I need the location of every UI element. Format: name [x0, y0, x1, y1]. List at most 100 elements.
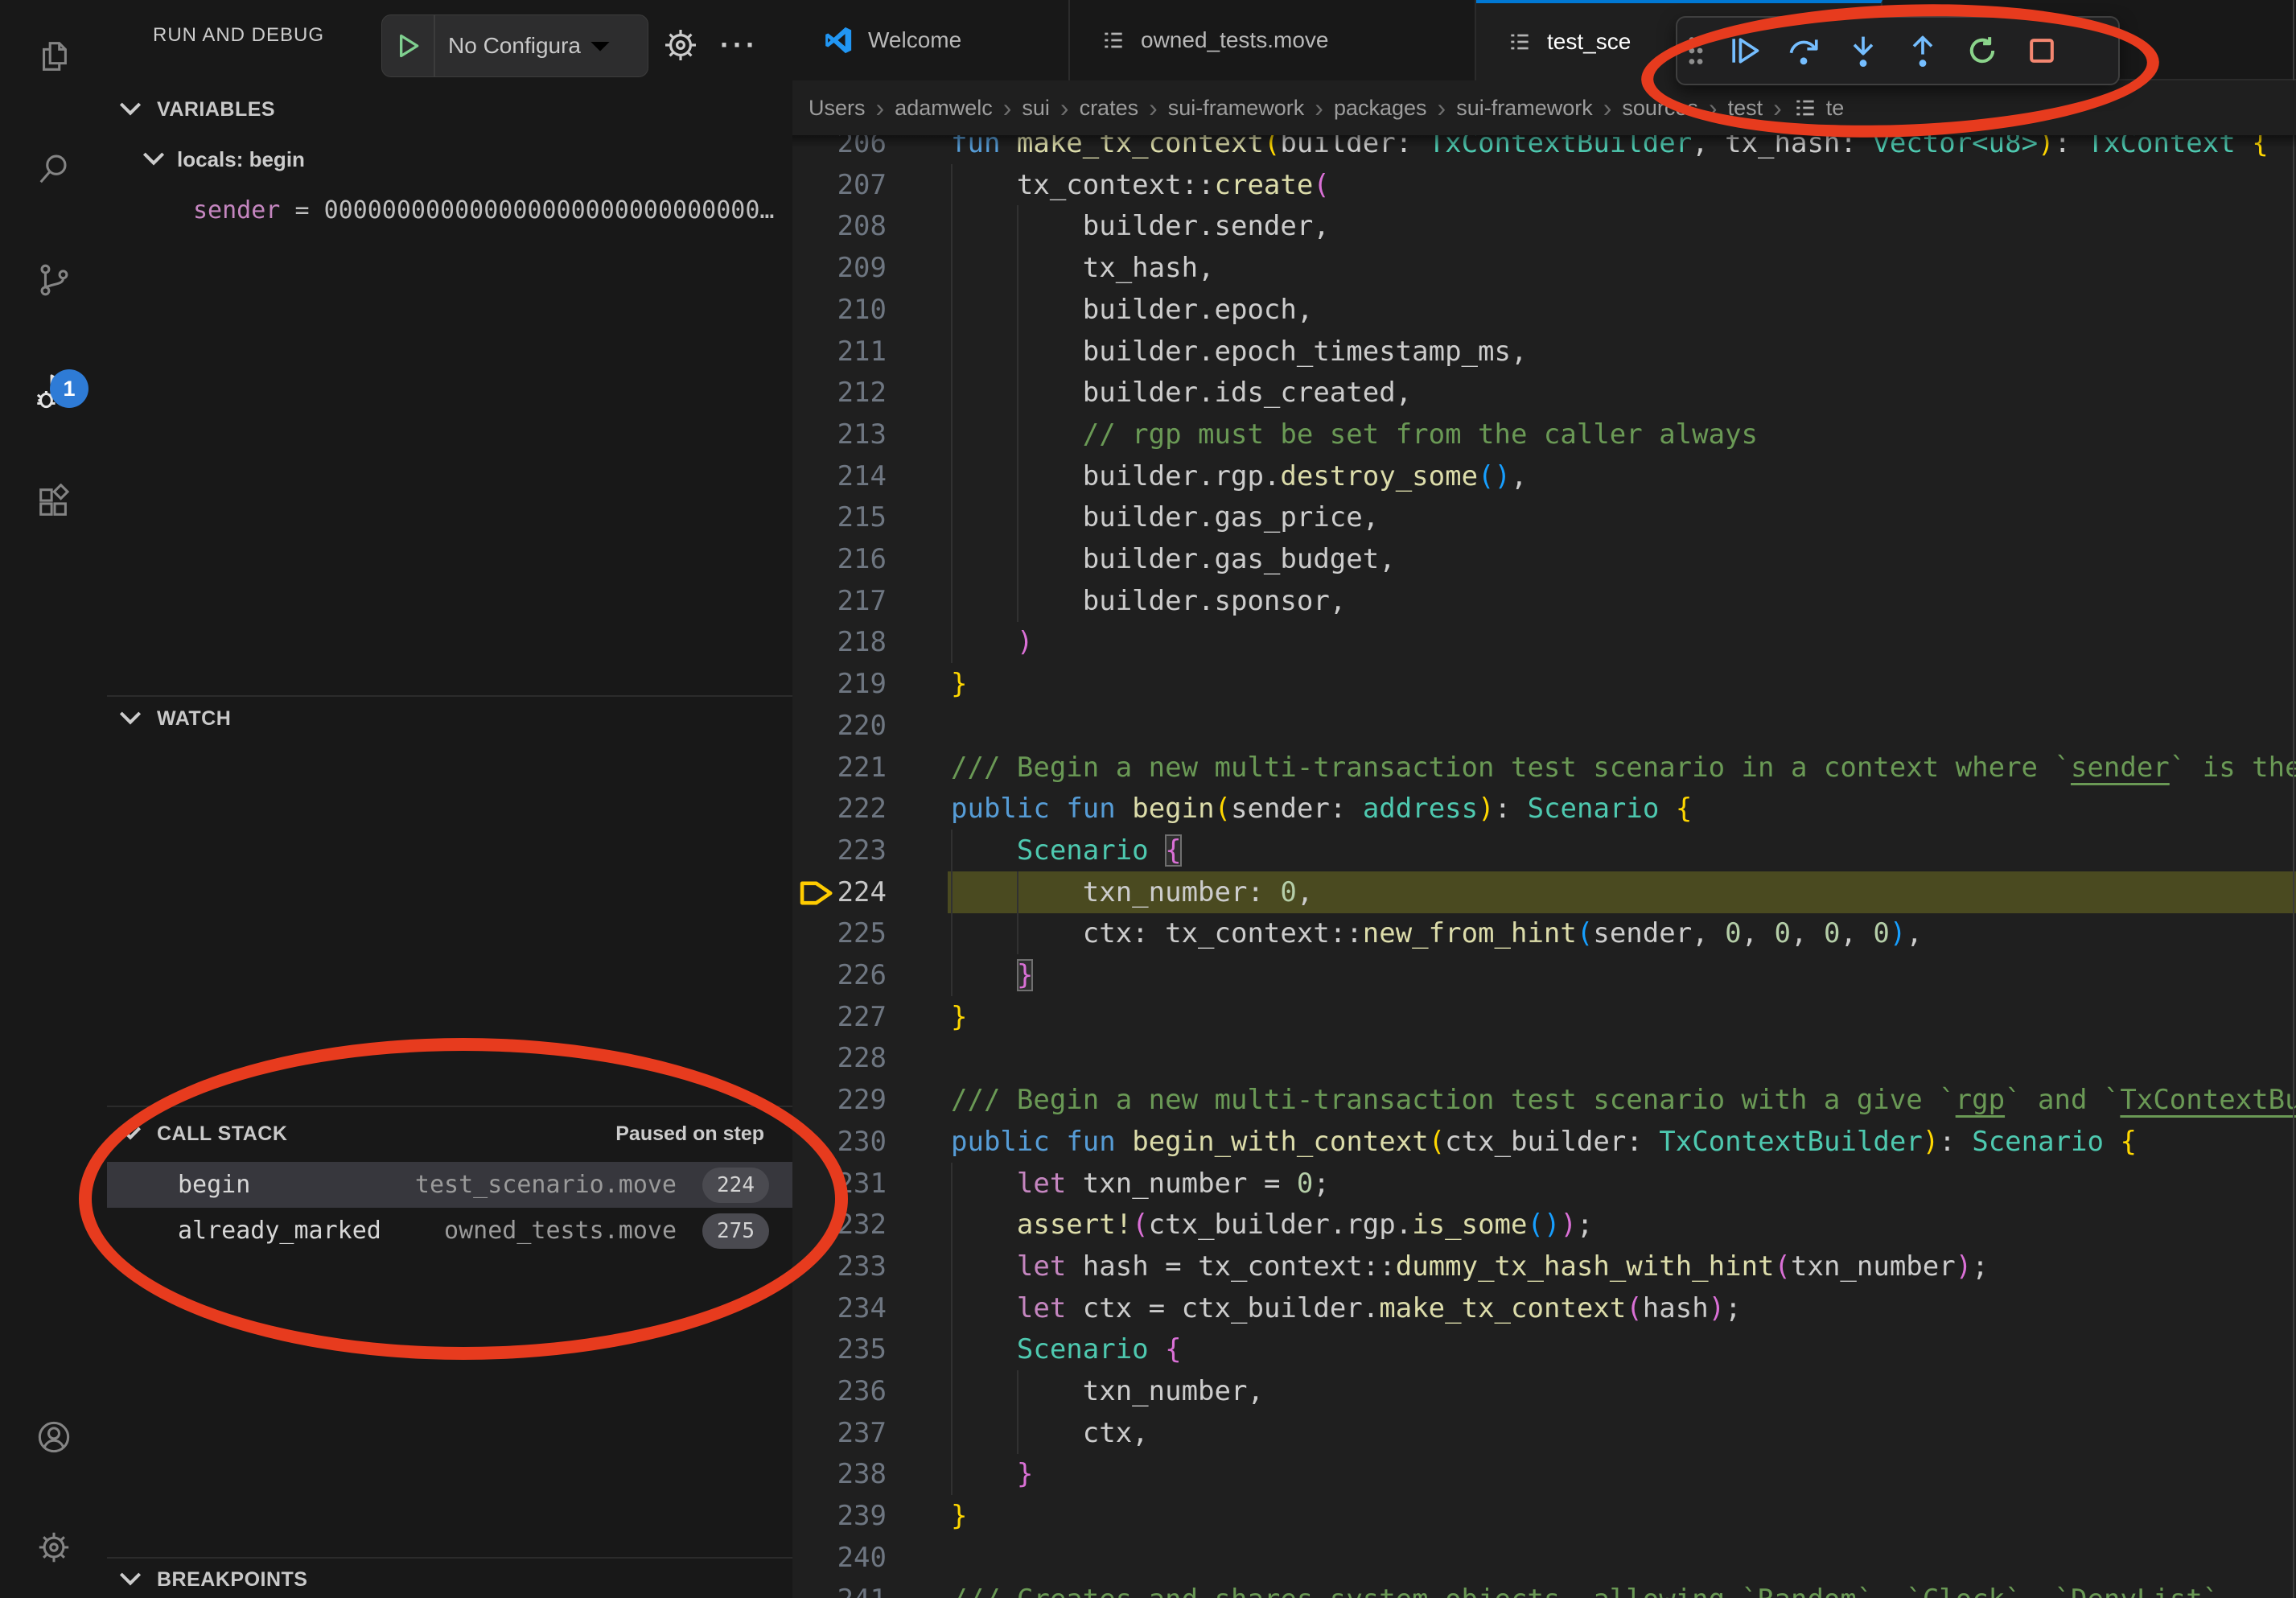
- code-line-231[interactable]: 231 let txn_number = 0;: [792, 1163, 2296, 1205]
- section-header-variables[interactable]: VARIABLES: [107, 90, 792, 129]
- frame-file: test_scenario.move: [415, 1162, 677, 1208]
- code-line-209[interactable]: 209 tx_hash,: [792, 247, 2296, 289]
- start-debugging-icon[interactable]: [392, 30, 424, 62]
- line-number: 229: [792, 1079, 887, 1121]
- breadcrumb-item[interactable]: sui-framework: [1168, 96, 1305, 121]
- breadcrumb-item[interactable]: sui-framework: [1456, 96, 1593, 121]
- variable-row-sender[interactable]: sender = 000000000000000000000000000000…: [193, 191, 774, 229]
- code-line-230[interactable]: 230public fun begin_with_context(ctx_bui…: [792, 1121, 2296, 1163]
- code-line-224[interactable]: 224 txn_number: 0,: [792, 871, 2296, 913]
- views-more-actions-icon[interactable]: ···: [717, 23, 762, 68]
- code-line-239[interactable]: 239}: [792, 1495, 2296, 1537]
- code-line-207[interactable]: 207 tx_context::create(: [792, 164, 2296, 206]
- line-number: 240: [792, 1537, 887, 1579]
- chevron-down-icon: [118, 709, 142, 729]
- search-icon[interactable]: [0, 129, 107, 209]
- code-line-225[interactable]: 225 ctx: tx_context::new_from_hint(sende…: [792, 912, 2296, 954]
- step-over-icon[interactable]: [1774, 18, 1833, 84]
- code-text: }: [951, 1495, 967, 1537]
- breadcrumb-item[interactable]: crates: [1080, 96, 1139, 121]
- code-text: let txn_number = 0;: [951, 1163, 1330, 1205]
- breadcrumb-item[interactable]: adamwelc: [895, 96, 993, 121]
- continue-icon[interactable]: [1714, 18, 1774, 84]
- code-text: assert!(ctx_builder.rgp.is_some());: [951, 1204, 1593, 1246]
- breadcrumb-item[interactable]: packages: [1334, 96, 1427, 121]
- code-line-229[interactable]: 229/// Begin a new multi-transaction tes…: [792, 1079, 2296, 1121]
- explorer-icon[interactable]: [0, 16, 107, 97]
- code-line-215[interactable]: 215 builder.gas_price,: [792, 496, 2296, 538]
- code-line-237[interactable]: 237 ctx,: [792, 1412, 2296, 1454]
- call-stack-frame[interactable]: begin test_scenario.move 224: [107, 1162, 792, 1208]
- line-number: 239: [792, 1495, 887, 1537]
- section-header-watch[interactable]: WATCH: [107, 699, 792, 738]
- line-number: 221: [792, 747, 887, 789]
- code-line-208[interactable]: 208 builder.sender,: [792, 205, 2296, 247]
- code-line-234[interactable]: 234 let ctx = ctx_builder.make_tx_contex…: [792, 1287, 2296, 1329]
- code-line-223[interactable]: 223 Scenario {: [792, 830, 2296, 871]
- accounts-icon[interactable]: [0, 1397, 107, 1477]
- code-line-228[interactable]: 228: [792, 1037, 2296, 1079]
- step-out-icon[interactable]: [1893, 18, 1952, 84]
- tab-owned-tests-move[interactable]: owned_tests.move: [1070, 0, 1476, 80]
- breadcrumb-item-file[interactable]: te: [1826, 96, 1845, 121]
- code-line-213[interactable]: 213 // rgp must be set from the caller a…: [792, 414, 2296, 455]
- breadcrumb: Users›adamwelc›sui›crates›sui-framework›…: [792, 80, 2296, 135]
- debug-session-count-badge: 1: [50, 369, 88, 408]
- code-line-212[interactable]: 212 builder.ids_created,: [792, 372, 2296, 414]
- code-line-221[interactable]: 221/// Begin a new multi-transaction tes…: [792, 747, 2296, 789]
- code-line-226[interactable]: 226 }: [792, 954, 2296, 996]
- code-line-219[interactable]: 219}: [792, 663, 2296, 705]
- tab-welcome[interactable]: Welcome: [792, 0, 1070, 80]
- code-line-235[interactable]: 235 Scenario {: [792, 1328, 2296, 1370]
- code-line-214[interactable]: 214 builder.rgp.destroy_some(),: [792, 455, 2296, 497]
- code-line-210[interactable]: 210 builder.epoch,: [792, 289, 2296, 331]
- breadcrumb-item[interactable]: sui: [1022, 96, 1050, 121]
- vscode-logo-icon: [823, 25, 854, 56]
- line-number: 209: [792, 247, 887, 289]
- frame-line-badge: 275: [702, 1213, 769, 1249]
- breadcrumb-item[interactable]: sources: [1622, 96, 1698, 121]
- code-line-233[interactable]: 233 let hash = tx_context::dummy_tx_hash…: [792, 1246, 2296, 1287]
- debug-config-picker[interactable]: No Configura: [381, 14, 648, 77]
- gripper-icon[interactable]: [1677, 18, 1714, 84]
- line-number: 216: [792, 538, 887, 580]
- code-text: public fun begin(sender: address): Scena…: [951, 788, 1692, 830]
- source-control-icon[interactable]: [0, 240, 107, 320]
- code-editor[interactable]: 206fun make_tx_context(builder: TxContex…: [792, 0, 2296, 1598]
- code-line-216[interactable]: 216 builder.gas_budget,: [792, 538, 2296, 580]
- code-text: builder.epoch_timestamp_ms,: [951, 331, 1527, 373]
- code-line-238[interactable]: 238 }: [792, 1453, 2296, 1495]
- code-line-241[interactable]: 241/// Creates and shares system objects…: [792, 1579, 2296, 1598]
- stop-icon[interactable]: [2012, 18, 2072, 84]
- paused-status-badge: Paused on step: [615, 1114, 764, 1153]
- line-number: 225: [792, 912, 887, 954]
- code-line-236[interactable]: 236 txn_number,: [792, 1370, 2296, 1412]
- restart-icon[interactable]: [1952, 18, 2012, 84]
- code-line-217[interactable]: 217 builder.sponsor,: [792, 580, 2296, 622]
- call-stack-frame[interactable]: already_marked owned_tests.move 275: [107, 1208, 792, 1254]
- breadcrumb-item[interactable]: Users: [809, 96, 866, 121]
- extensions-icon[interactable]: [0, 462, 107, 542]
- line-number: 218: [792, 621, 887, 663]
- breadcrumb-separator: ›: [1698, 93, 1728, 123]
- code-text: ctx,: [951, 1412, 1149, 1454]
- code-line-232[interactable]: 232 assert!(ctx_builder.rgp.is_some());: [792, 1204, 2296, 1246]
- step-into-icon[interactable]: [1833, 18, 1893, 84]
- code-text: builder.gas_budget,: [951, 538, 1396, 580]
- section-header-breakpoints[interactable]: BREAKPOINTS: [107, 1560, 792, 1598]
- code-line-218[interactable]: 218 ): [792, 621, 2296, 663]
- line-number: 208: [792, 205, 887, 247]
- tab-label: Welcome: [868, 27, 961, 53]
- code-line-240[interactable]: 240: [792, 1537, 2296, 1579]
- debug-settings-gear-icon[interactable]: [658, 23, 703, 68]
- code-line-227[interactable]: 227}: [792, 996, 2296, 1038]
- code-line-211[interactable]: 211 builder.epoch_timestamp_ms,: [792, 331, 2296, 373]
- line-number: 210: [792, 289, 887, 331]
- breadcrumb-item[interactable]: test: [1728, 96, 1763, 121]
- line-number: 230: [792, 1121, 887, 1163]
- code-line-220[interactable]: 220: [792, 705, 2296, 747]
- code-line-222[interactable]: 222public fun begin(sender: address): Sc…: [792, 788, 2296, 830]
- run-and-debug-icon[interactable]: 1: [0, 352, 107, 432]
- settings-gear-icon[interactable]: [0, 1507, 107, 1588]
- variables-scope-row[interactable]: locals: begin: [107, 140, 792, 179]
